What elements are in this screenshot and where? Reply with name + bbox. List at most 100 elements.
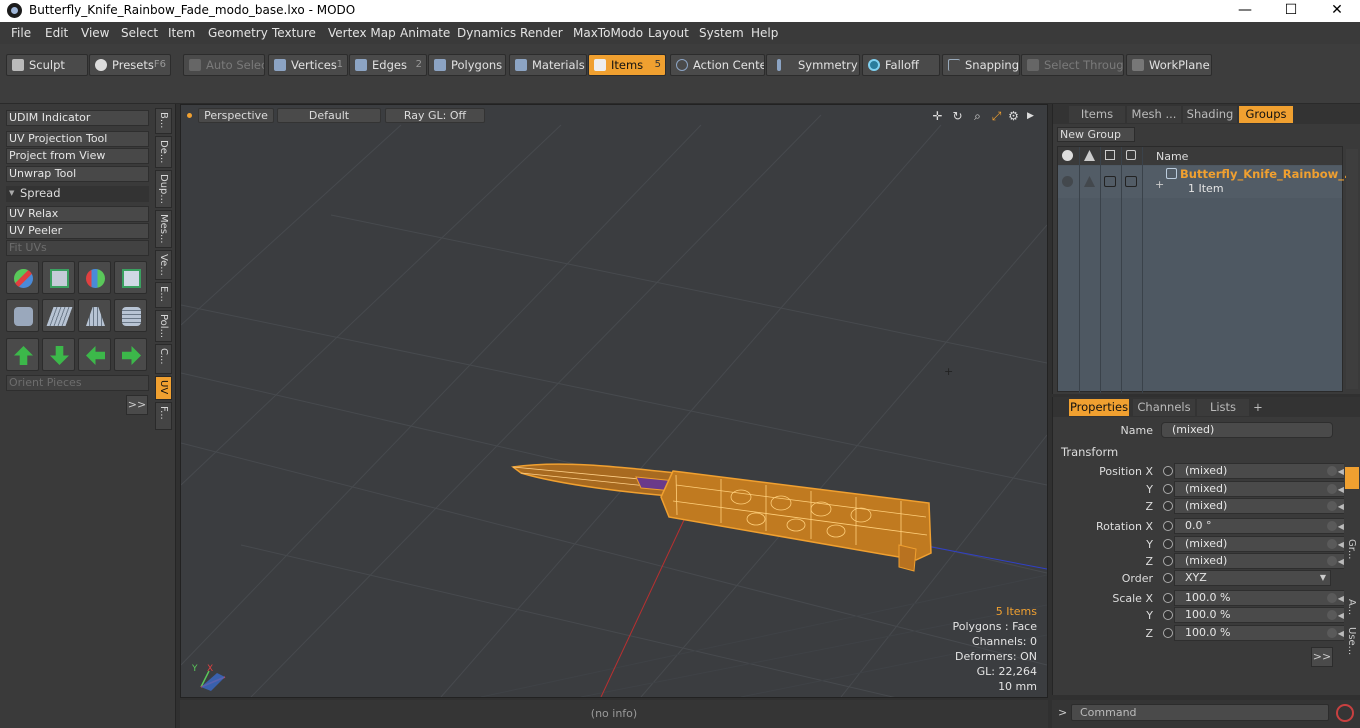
select-through-button[interactable]: Select Through bbox=[1021, 54, 1124, 76]
align-up-button[interactable] bbox=[6, 338, 39, 371]
rotate-view-icon[interactable]: ↻ bbox=[951, 110, 964, 123]
order-radio[interactable] bbox=[1163, 573, 1173, 583]
menu-file[interactable]: File bbox=[11, 26, 31, 40]
tab-edge[interactable]: E... bbox=[155, 282, 172, 308]
uv-box-tool-button[interactable] bbox=[114, 261, 147, 294]
menu-item[interactable]: Item bbox=[168, 26, 195, 40]
render-icon[interactable] bbox=[1084, 150, 1095, 161]
tab-vertex[interactable]: Ve... bbox=[155, 250, 172, 280]
align-left-button[interactable] bbox=[78, 338, 111, 371]
menu-edit[interactable]: Edit bbox=[45, 26, 68, 40]
unwrap-tool-button[interactable]: Unwrap Tool bbox=[6, 166, 149, 182]
more-tools-button[interactable]: >> bbox=[126, 395, 148, 415]
position-z-radio[interactable] bbox=[1163, 501, 1173, 511]
symmetry-button[interactable]: Symmetry bbox=[766, 54, 860, 76]
menu-vertex-map[interactable]: Vertex Map bbox=[328, 26, 396, 40]
menu-animate[interactable]: Animate bbox=[400, 26, 450, 40]
tab-duplicate[interactable]: Dup... bbox=[155, 170, 172, 208]
raygl-toggle[interactable]: Ray GL: Off bbox=[385, 108, 485, 123]
side-tab-user[interactable]: Use... bbox=[1346, 627, 1357, 655]
lock-icon[interactable] bbox=[1105, 150, 1115, 160]
scale-x-field[interactable]: 100.0 %◀▶ bbox=[1163, 590, 1354, 606]
menu-layout[interactable]: Layout bbox=[648, 26, 689, 40]
zoom-icon[interactable]: ⌕ bbox=[971, 110, 984, 123]
properties-more-button[interactable]: >> bbox=[1311, 647, 1333, 667]
rotation-x-radio[interactable] bbox=[1163, 521, 1173, 531]
uv-perspective-button[interactable] bbox=[78, 299, 111, 332]
uv-sphere-button[interactable] bbox=[114, 299, 147, 332]
side-tab-active[interactable] bbox=[1345, 467, 1359, 489]
shading-style-selector[interactable]: Default bbox=[277, 108, 381, 123]
viewport-options-dot[interactable] bbox=[187, 113, 192, 118]
minimize-button[interactable]: — bbox=[1222, 0, 1268, 22]
workplane-button[interactable]: WorkPlane bbox=[1126, 54, 1212, 76]
menu-view[interactable]: View bbox=[81, 26, 109, 40]
order-dropdown[interactable]: XYZ ▼ bbox=[1163, 570, 1331, 586]
scale-x-radio[interactable] bbox=[1163, 593, 1173, 603]
new-group-button[interactable]: New Group bbox=[1057, 127, 1135, 142]
project-from-view-button[interactable]: Project from View bbox=[6, 148, 149, 164]
uv-relax-button[interactable]: UV Relax bbox=[6, 206, 149, 222]
row-visibility-icon[interactable] bbox=[1062, 176, 1073, 187]
polygons-button[interactable]: Polygons bbox=[428, 54, 506, 76]
scale-y-radio[interactable] bbox=[1163, 610, 1173, 620]
tab-mesh-ops[interactable]: Mesh ... bbox=[1127, 106, 1181, 123]
udim-indicator-button[interactable]: UDIM Indicator bbox=[6, 110, 149, 126]
tab-groups[interactable]: Groups bbox=[1239, 106, 1293, 123]
auto-select-button[interactable]: Auto Select bbox=[183, 54, 265, 76]
tab-channels[interactable]: Channels bbox=[1133, 399, 1195, 416]
scale-z-radio[interactable] bbox=[1163, 628, 1173, 638]
row-render-icon[interactable] bbox=[1084, 176, 1095, 187]
3d-viewport[interactable]: + Y X Perspective Default Ray GL: Off ✛ … bbox=[180, 104, 1048, 698]
orient-pieces-button[interactable]: Orient Pieces bbox=[6, 375, 149, 391]
tab-basic[interactable]: B... bbox=[155, 108, 172, 134]
transform-section[interactable]: Transform bbox=[1061, 445, 1118, 459]
menu-texture[interactable]: Texture bbox=[272, 26, 316, 40]
record-macro-button[interactable] bbox=[1336, 704, 1354, 722]
tab-lists[interactable]: Lists bbox=[1197, 399, 1249, 416]
items-button[interactable]: Items 5 bbox=[588, 54, 666, 76]
menu-system[interactable]: System bbox=[699, 26, 744, 40]
tab-items[interactable]: Items bbox=[1069, 106, 1125, 123]
fit-uvs-button[interactable]: Fit UVs bbox=[6, 240, 149, 256]
scale-z-field[interactable]: 100.0 %◀▶ bbox=[1163, 625, 1354, 641]
vertices-button[interactable]: Vertices 1 bbox=[268, 54, 348, 76]
menu-help[interactable]: Help bbox=[751, 26, 778, 40]
select-icon[interactable] bbox=[1126, 150, 1136, 160]
command-input[interactable]: Command bbox=[1071, 704, 1329, 721]
add-tab-button[interactable]: + bbox=[1251, 399, 1265, 416]
row-lock-checkbox[interactable] bbox=[1104, 176, 1116, 187]
action-center-button[interactable]: Action Center bbox=[670, 54, 765, 76]
position-z-field[interactable]: (mixed)◀▶ bbox=[1163, 498, 1354, 514]
side-tab-a[interactable]: A... bbox=[1346, 599, 1357, 615]
falloff-button[interactable]: Falloff bbox=[862, 54, 940, 76]
menu-render[interactable]: Render bbox=[520, 26, 563, 40]
name-field[interactable]: (mixed) bbox=[1161, 422, 1333, 438]
menu-select[interactable]: Select bbox=[121, 26, 158, 40]
spread-section[interactable]: Spread bbox=[6, 186, 149, 202]
rotation-z-radio[interactable] bbox=[1163, 556, 1173, 566]
tab-polygon[interactable]: Pol... bbox=[155, 310, 172, 342]
uv-cylinder-button[interactable] bbox=[6, 299, 39, 332]
position-x-field[interactable]: (mixed)◀▶ bbox=[1163, 463, 1354, 479]
uv-projection-tool-button[interactable]: UV Projection Tool bbox=[6, 131, 149, 147]
tab-curve[interactable]: C... bbox=[155, 344, 172, 374]
visibility-eye-icon[interactable] bbox=[1062, 150, 1073, 161]
tab-deform[interactable]: De... bbox=[155, 136, 172, 168]
tab-mesh-edit[interactable]: Mes... bbox=[155, 210, 172, 248]
edges-button[interactable]: Edges 2 bbox=[349, 54, 427, 76]
viewport-gear-icon[interactable]: ⚙ bbox=[1007, 110, 1020, 123]
position-x-radio[interactable] bbox=[1163, 466, 1173, 476]
viewport-expand-icon[interactable]: ▶ bbox=[1024, 110, 1037, 123]
position-y-field[interactable]: (mixed)◀▶ bbox=[1163, 481, 1354, 497]
side-tab-groups[interactable]: Gr... bbox=[1346, 539, 1357, 559]
align-down-button[interactable] bbox=[42, 338, 75, 371]
rotation-y-radio[interactable] bbox=[1163, 539, 1173, 549]
expand-group-toggle[interactable]: + bbox=[1155, 178, 1164, 191]
rotation-x-field[interactable]: 0.0 °◀▶ bbox=[1163, 518, 1354, 534]
tab-properties[interactable]: Properties bbox=[1069, 399, 1129, 416]
uv-peeler-button[interactable]: UV Peeler bbox=[6, 223, 149, 239]
groups-scrollbar[interactable] bbox=[1346, 149, 1358, 389]
menu-geometry[interactable]: Geometry bbox=[208, 26, 268, 40]
presets-button[interactable]: Presets F6 bbox=[89, 54, 171, 76]
